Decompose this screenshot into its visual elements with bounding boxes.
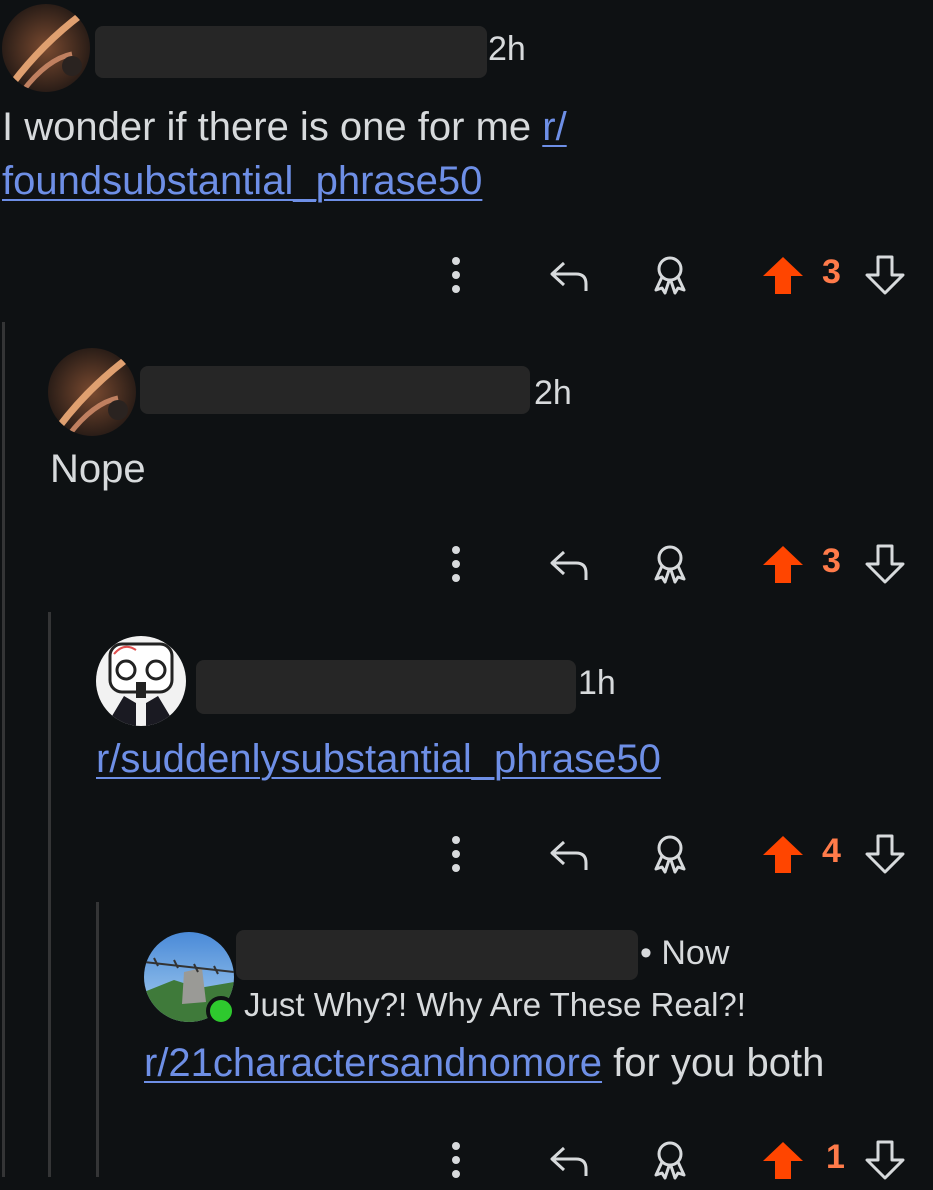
more-options-icon[interactable] — [436, 1130, 476, 1190]
award-icon[interactable] — [648, 1130, 692, 1190]
comment-text: I wonder if there is one for me — [2, 105, 543, 149]
comment-actions: 3 — [0, 245, 933, 305]
award-icon[interactable] — [648, 824, 692, 884]
upvote-icon[interactable] — [760, 824, 806, 884]
comment-body: r/21charactersandnomore for you both — [144, 1036, 824, 1090]
more-options-icon[interactable] — [436, 534, 476, 594]
avatar[interactable] — [2, 4, 90, 92]
subreddit-link[interactable]: r/21charactersandnomore — [144, 1041, 602, 1085]
upvote-icon[interactable] — [760, 245, 806, 305]
avatar[interactable] — [96, 636, 186, 726]
comment-time: 2h — [488, 30, 526, 68]
vote-score: 4 — [822, 832, 841, 870]
downvote-icon[interactable] — [862, 1130, 908, 1190]
upvote-icon[interactable] — [760, 1130, 806, 1190]
downvote-icon[interactable] — [862, 824, 908, 884]
reply-icon[interactable] — [545, 245, 595, 305]
comment-body: I wonder if there is one for me r/ — [2, 100, 567, 154]
downvote-icon[interactable] — [862, 245, 908, 305]
comment-body: Nope — [50, 447, 146, 491]
username-redacted[interactable] — [140, 366, 530, 414]
comment-actions: 4 — [0, 824, 933, 884]
comment-body-line2: foundsubstantial_phrase50 — [2, 154, 482, 208]
more-options-icon[interactable] — [436, 824, 476, 884]
thread-line-level2[interactable] — [48, 612, 51, 1177]
comment-actions: 1 — [0, 1130, 933, 1190]
subreddit-link[interactable]: r/suddenlysubstantial_phrase50 — [96, 737, 661, 781]
online-status-indicator — [206, 996, 236, 1026]
username-redacted[interactable] — [196, 660, 576, 714]
reply-icon[interactable] — [545, 534, 595, 594]
vote-score: 3 — [822, 253, 841, 291]
comment-time: • Now — [640, 934, 730, 972]
comment-actions: 3 — [0, 534, 933, 594]
username-redacted[interactable] — [95, 26, 487, 78]
reply-icon[interactable] — [545, 1130, 595, 1190]
vote-score: 3 — [822, 542, 841, 580]
comment-time: 1h — [578, 664, 616, 702]
user-flair: Just Why?! Why Are These Real?! — [244, 986, 746, 1023]
award-icon[interactable] — [648, 534, 692, 594]
avatar[interactable] — [48, 348, 136, 436]
upvote-icon[interactable] — [760, 534, 806, 594]
subreddit-link-cont[interactable]: foundsubstantial_phrase50 — [2, 159, 482, 203]
subreddit-link[interactable]: r/ — [542, 105, 566, 149]
award-icon[interactable] — [648, 245, 692, 305]
comment-text: for you both — [602, 1041, 825, 1085]
username-redacted[interactable] — [236, 930, 638, 980]
comment-body: r/suddenlysubstantial_phrase50 — [96, 732, 661, 786]
vote-score: 1 — [826, 1138, 845, 1176]
comment-time: 2h — [534, 374, 572, 412]
reply-icon[interactable] — [545, 824, 595, 884]
downvote-icon[interactable] — [862, 534, 908, 594]
more-options-icon[interactable] — [436, 245, 476, 305]
thread-line-level1[interactable] — [2, 322, 5, 1177]
